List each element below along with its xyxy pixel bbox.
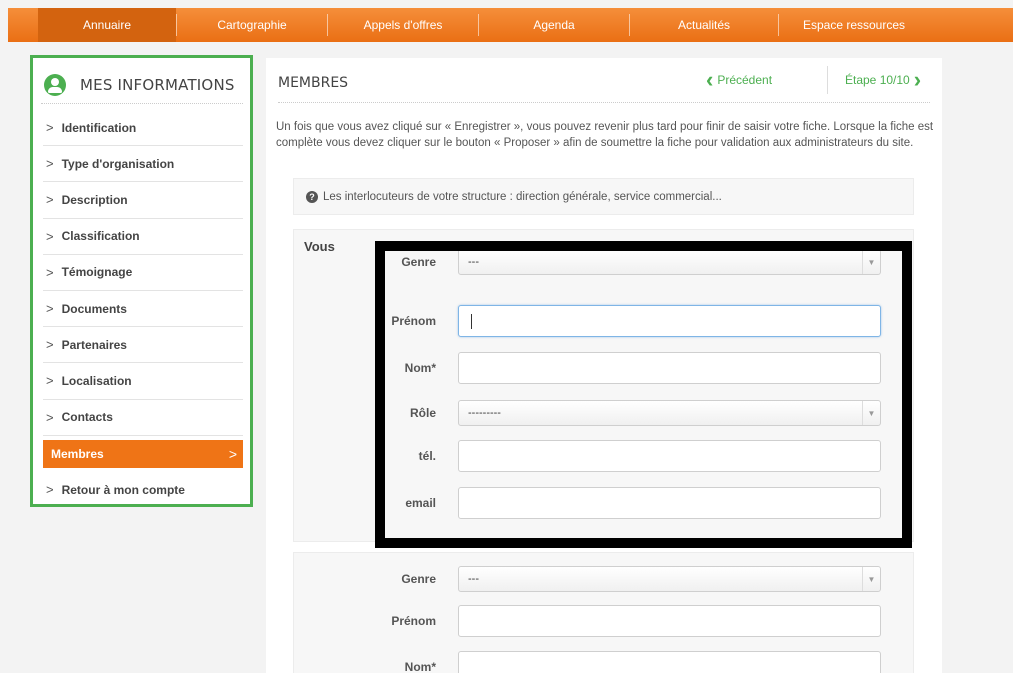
- chevron-right-icon: ›: [913, 67, 922, 92]
- sidebar-item-label: Contacts: [61, 410, 113, 425]
- title-divider: [278, 102, 930, 103]
- genre-value: ---: [468, 256, 479, 268]
- next-step-link[interactable]: Étape 10/10 ›: [845, 67, 922, 92]
- genre-row: Genre --- ▼: [294, 246, 913, 278]
- nom-row: Nom*: [294, 352, 913, 384]
- sidebar-item-label: Type d'organisation: [61, 156, 175, 171]
- role-label: Rôle: [409, 406, 436, 420]
- email-label: email: [405, 496, 436, 510]
- dropdown-arrow-icon: ▼: [862, 401, 880, 425]
- nom-label: Nom*: [404, 361, 436, 375]
- sidebar: MES INFORMATIONS > Identification > Type d…: [30, 55, 253, 507]
- chevron-right-icon: >: [46, 482, 54, 498]
- sidebar-item-identification[interactable]: > Identification: [43, 110, 243, 147]
- tel-input[interactable]: [458, 440, 881, 472]
- sidebar-item-documents[interactable]: > Documents: [43, 291, 243, 328]
- member-card: Genre --- ▼ Prénom Nom*: [293, 552, 914, 673]
- sidebar-header: MES INFORMATIONS: [41, 66, 243, 104]
- nav-cartographie[interactable]: Cartographie: [177, 8, 327, 42]
- question-circle-icon: ?: [306, 190, 318, 203]
- genre-row: Genre --- ▼: [294, 563, 913, 595]
- prenom-input[interactable]: [458, 305, 881, 337]
- chevron-right-icon: >: [46, 337, 54, 353]
- sidebar-item-label: Description: [61, 192, 128, 207]
- chevron-right-icon: >: [46, 409, 54, 425]
- role-select[interactable]: --------- ▼: [458, 400, 881, 426]
- chevron-right-icon: >: [46, 264, 54, 280]
- tel-row: tél.: [294, 440, 913, 472]
- dropdown-arrow-icon: ▼: [862, 567, 880, 591]
- nom-input[interactable]: [458, 651, 881, 673]
- nav-agenda[interactable]: Agenda: [479, 8, 629, 42]
- genre-select[interactable]: --- ▼: [458, 566, 881, 592]
- top-nav: Annuaire Cartographie Appels d'offres Ag…: [8, 8, 1013, 42]
- sidebar-item-retour-compte[interactable]: > Retour à mon compte: [43, 472, 243, 508]
- nom-input[interactable]: [458, 352, 881, 384]
- genre-label: Genre: [401, 572, 436, 586]
- email-row: email: [294, 487, 913, 519]
- nav-appels-offres[interactable]: Appels d'offres: [328, 8, 478, 42]
- nav-espace-ressources[interactable]: Espace ressources: [779, 8, 929, 42]
- sidebar-item-label: Partenaires: [61, 337, 127, 352]
- sidebar-title: MES INFORMATIONS: [80, 75, 235, 94]
- prenom-row: Prénom: [294, 305, 913, 337]
- nav-actualites[interactable]: Actualités: [630, 8, 778, 42]
- sidebar-item-label: Documents: [61, 301, 127, 316]
- member-card-vous: Vous Genre --- ▼ Prénom Nom* Rôle ------…: [293, 229, 914, 542]
- nom-label: Nom*: [404, 660, 436, 673]
- email-input[interactable]: [458, 487, 881, 519]
- text-caret: [471, 314, 472, 329]
- nav-annuaire[interactable]: Annuaire: [38, 8, 176, 42]
- sidebar-item-localisation[interactable]: > Localisation: [43, 363, 243, 400]
- sidebar-item-label: Localisation: [61, 373, 132, 388]
- user-icon: [44, 73, 66, 96]
- genre-label: Genre: [401, 255, 436, 269]
- intro-text: Un fois que vous avez cliqué sur « Enreg…: [276, 121, 934, 149]
- nom-row: Nom*: [294, 651, 913, 673]
- info-text: Les interlocuteurs de votre structure : …: [323, 190, 722, 203]
- sidebar-item-label: Classification: [61, 229, 140, 244]
- step-divider: [827, 66, 828, 94]
- genre-select[interactable]: --- ▼: [458, 249, 881, 275]
- info-box: ? Les interlocuteurs de votre structure …: [293, 178, 914, 215]
- chevron-right-icon: >: [46, 156, 54, 172]
- prenom-label: Prénom: [391, 614, 436, 628]
- sidebar-item-label: Retour à mon compte: [61, 482, 185, 497]
- prenom-row: Prénom: [294, 605, 913, 637]
- previous-link[interactable]: ‹ Précédent: [706, 67, 773, 92]
- sidebar-item-membres[interactable]: Membres >: [43, 439, 243, 468]
- dropdown-arrow-icon: ▼: [862, 250, 880, 274]
- chevron-right-icon: >: [46, 120, 54, 136]
- main-panel: MEMBRES ‹ Précédent Étape 10/10 › Un foi…: [266, 58, 942, 673]
- sidebar-item-classification[interactable]: > Classification: [43, 219, 243, 255]
- sidebar-item-label: Témoignage: [61, 265, 133, 280]
- chevron-left-icon: ‹: [706, 67, 714, 92]
- page-title: MEMBRES: [278, 75, 349, 91]
- tel-label: tél.: [418, 449, 436, 463]
- chevron-right-icon: >: [46, 192, 54, 208]
- chevron-right-icon: >: [46, 228, 54, 244]
- sidebar-menu: > Identification > Type d'organisation > De…: [43, 110, 243, 508]
- chevron-right-icon: >: [46, 373, 54, 389]
- previous-label: Précédent: [717, 73, 773, 87]
- prenom-input[interactable]: [458, 605, 881, 637]
- sidebar-item-partenaires[interactable]: > Partenaires: [43, 327, 243, 364]
- sidebar-item-type-organisation[interactable]: > Type d'organisation: [43, 146, 243, 183]
- role-value: ---------: [468, 407, 501, 419]
- chevron-right-icon: >: [228, 445, 237, 462]
- sidebar-item-label: Identification: [61, 120, 137, 135]
- sidebar-item-label: Membres: [51, 446, 104, 461]
- step-label: Étape 10/10: [845, 73, 910, 87]
- sidebar-item-temoignage[interactable]: > Témoignage: [43, 255, 243, 291]
- sidebar-item-description[interactable]: > Description: [43, 182, 243, 219]
- chevron-right-icon: >: [46, 301, 54, 317]
- prenom-label: Prénom: [391, 314, 436, 328]
- genre-value: ---: [468, 573, 479, 585]
- sidebar-item-contacts[interactable]: > Contacts: [43, 400, 243, 436]
- role-row: Rôle --------- ▼: [294, 397, 913, 429]
